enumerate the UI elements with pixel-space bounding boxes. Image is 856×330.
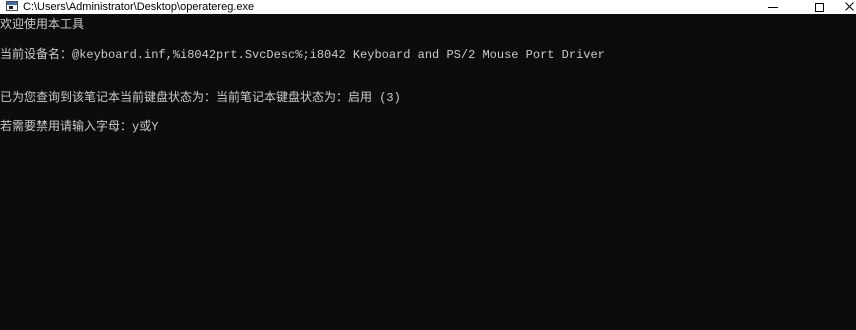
close-button[interactable]	[842, 0, 856, 14]
console-line-keyboard-status: 已为您查询到该笔记本当前键盘状态为：当前笔记本键盘状态为：启用 (3)	[0, 91, 401, 105]
window-title: C:\Users\Administrator\Desktop\operatere…	[23, 1, 255, 13]
console-app-icon	[6, 1, 18, 11]
console-line-welcome: 欢迎使用本工具	[0, 18, 85, 32]
minimize-icon	[768, 6, 778, 8]
console-output[interactable]: 欢迎使用本工具 当前设备名：@keyboard.inf,%i8042prt.Sv…	[0, 14, 856, 330]
title-bar[interactable]: C:\Users\Administrator\Desktop\operatere…	[0, 0, 856, 14]
console-line-disable-prompt: 若需要禁用请输入字母：y或Y	[0, 120, 159, 134]
close-icon	[844, 2, 854, 12]
console-window: C:\Users\Administrator\Desktop\operatere…	[0, 0, 856, 330]
minimize-button[interactable]	[750, 0, 796, 14]
maximize-icon	[814, 2, 824, 12]
maximize-button[interactable]	[796, 0, 842, 14]
console-line-device-name: 当前设备名：@keyboard.inf,%i8042prt.SvcDesc%;i…	[0, 48, 605, 62]
